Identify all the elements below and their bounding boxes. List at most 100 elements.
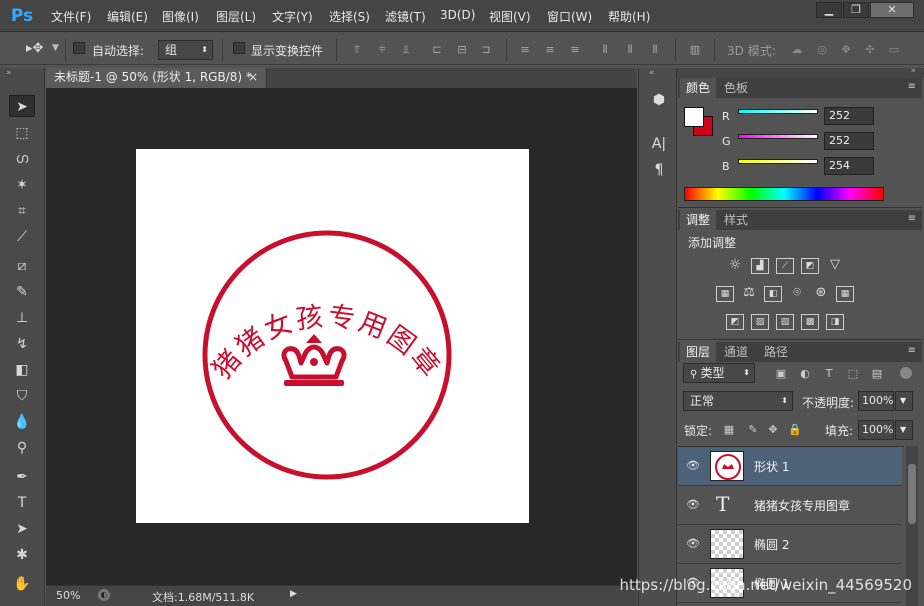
paragraph-panel-icon[interactable]: ¶: [649, 160, 669, 180]
black-white-icon[interactable]: ◧: [764, 286, 782, 302]
vibrance-icon[interactable]: ▽: [826, 258, 844, 274]
minimize-button[interactable]: ▁: [816, 2, 842, 18]
distribute-bottom-icon[interactable]: ≡: [568, 43, 582, 57]
layer-row[interactable]: 👁 形状 1: [678, 447, 902, 486]
lock-transparency-icon[interactable]: ▦: [722, 423, 736, 437]
3d-rotate-icon[interactable]: ☁: [790, 43, 804, 57]
magic-wand-tool-icon[interactable]: ✶: [9, 174, 35, 196]
align-right-icon[interactable]: ⊐: [479, 43, 493, 57]
eye-icon[interactable]: 👁: [686, 537, 700, 551]
custom-shape-tool-icon[interactable]: ✱: [9, 544, 35, 566]
channel-g-slider[interactable]: [738, 134, 818, 139]
align-left-icon[interactable]: ⊏: [430, 43, 444, 57]
scrollbar-thumb[interactable]: [908, 464, 916, 524]
zoom-level[interactable]: 50%: [56, 589, 80, 602]
menu-3d[interactable]: 3D(D): [440, 8, 475, 22]
tab-adjustments[interactable]: 调整: [680, 210, 717, 230]
path-selection-tool-icon[interactable]: ➤: [9, 518, 35, 540]
panel-menu-icon[interactable]: ≡: [908, 213, 916, 224]
channel-b-slider[interactable]: [738, 159, 818, 164]
filter-type-icon[interactable]: T: [822, 367, 836, 381]
channel-g-input[interactable]: 252: [824, 132, 874, 150]
hue-saturation-icon[interactable]: ▦: [716, 286, 734, 302]
hand-tool-icon[interactable]: ✋: [9, 573, 35, 595]
3d-panel-icon[interactable]: ⬢: [649, 90, 669, 110]
collapse-icon[interactable]: »: [6, 68, 12, 78]
blur-tool-icon[interactable]: 💧: [9, 411, 35, 433]
color-balance-icon[interactable]: ⚖: [740, 286, 758, 302]
channel-b-input[interactable]: 254: [824, 157, 874, 175]
gradient-map-icon[interactable]: ▩: [801, 314, 819, 330]
opacity-dropdown-arrow-icon[interactable]: ▼: [895, 391, 913, 411]
eraser-tool-icon[interactable]: ◧: [9, 359, 35, 381]
move-tool-preset-icon[interactable]: ▸✥: [26, 41, 43, 56]
document-canvas[interactable]: 猪猪女孩专用图章: [136, 149, 529, 523]
filter-shape-icon[interactable]: ⬚: [846, 367, 860, 381]
menu-view[interactable]: 视图(V): [489, 8, 531, 25]
photo-filter-icon[interactable]: ⌾: [788, 286, 806, 302]
type-tool-icon[interactable]: T: [9, 492, 35, 514]
foreground-color-swatch[interactable]: [684, 107, 704, 127]
posterize-icon[interactable]: ▨: [751, 314, 769, 330]
status-info-icon[interactable]: ◐: [98, 589, 110, 601]
chevron-down-icon[interactable]: ▼: [52, 43, 59, 53]
filter-adjustment-icon[interactable]: ◐: [798, 367, 812, 381]
3d-drag-icon[interactable]: ✥: [839, 43, 853, 57]
maximize-button[interactable]: ❐: [843, 2, 869, 18]
layer-filter-dropdown[interactable]: ⚲ 类型 ⬍: [683, 363, 755, 383]
status-menu-arrow-icon[interactable]: ▶: [290, 589, 297, 599]
move-tool-icon[interactable]: ➤: [9, 95, 35, 117]
filter-pixel-icon[interactable]: ▣: [774, 367, 788, 381]
fill-input[interactable]: 100%: [858, 420, 894, 440]
lock-pixels-icon[interactable]: ✎: [746, 423, 760, 437]
tab-channels[interactable]: 通道: [718, 342, 754, 362]
close-button[interactable]: ✕: [870, 2, 914, 18]
history-brush-tool-icon[interactable]: ↯: [9, 333, 35, 355]
distribute-vcenter-icon[interactable]: ≡: [543, 43, 557, 57]
layer-row[interactable]: 👁 椭圆 2: [678, 525, 902, 564]
menu-layer[interactable]: 图层(L): [216, 8, 256, 25]
selective-color-icon[interactable]: ◨: [826, 314, 844, 330]
layer-row[interactable]: 👁 T 猪猪女孩专用图章: [678, 486, 902, 525]
align-vcenter-icon[interactable]: ⫩: [375, 43, 389, 57]
eyedropper-tool-icon[interactable]: ⟋: [9, 226, 35, 248]
clone-stamp-tool-icon[interactable]: ⊥: [9, 307, 35, 329]
paint-bucket-tool-icon[interactable]: ⛉: [9, 385, 35, 407]
exposure-icon[interactable]: ◩: [801, 258, 819, 274]
filter-toggle[interactable]: [900, 367, 912, 379]
align-hcenter-icon[interactable]: ⊟: [455, 43, 469, 57]
dodge-tool-icon[interactable]: ⚲: [9, 437, 35, 459]
distribute-top-icon[interactable]: ≡: [518, 43, 532, 57]
lasso-tool-icon[interactable]: ഗ: [9, 148, 35, 170]
3d-scale-icon[interactable]: ▭: [887, 43, 901, 57]
menu-file[interactable]: 文件(F): [51, 8, 91, 25]
align-bottom-icon[interactable]: ⫫: [399, 43, 413, 57]
blend-mode-dropdown[interactable]: 正常 ⬍: [683, 391, 793, 411]
menu-type[interactable]: 文字(Y): [272, 8, 313, 25]
opacity-input[interactable]: 100%: [858, 391, 894, 411]
tab-layers[interactable]: 图层: [680, 342, 717, 362]
auto-select-dropdown[interactable]: 组 ⬍: [158, 40, 213, 60]
lock-position-icon[interactable]: ✥: [766, 423, 780, 437]
brightness-icon[interactable]: ☼: [726, 258, 744, 274]
filter-smart-object-icon[interactable]: ▤: [870, 367, 884, 381]
menu-window[interactable]: 窗口(W): [547, 8, 592, 25]
collapse-icon[interactable]: «: [649, 68, 655, 78]
auto-align-icon[interactable]: ▥: [688, 43, 702, 57]
invert-icon[interactable]: ◩: [726, 314, 744, 330]
brush-tool-icon[interactable]: ✎: [9, 281, 35, 303]
distribute-hcenter-icon[interactable]: ⦀: [623, 43, 637, 57]
tab-styles[interactable]: 样式: [718, 210, 754, 230]
tab-swatches[interactable]: 色板: [718, 78, 754, 98]
fill-dropdown-arrow-icon[interactable]: ▼: [895, 420, 913, 440]
canvas-area[interactable]: 猪猪女孩专用图章: [46, 88, 637, 585]
panel-menu-icon[interactable]: ≡: [908, 81, 916, 92]
eye-icon[interactable]: 👁: [686, 498, 700, 512]
levels-icon[interactable]: ▟: [751, 258, 769, 274]
marquee-tool-icon[interactable]: ⬚: [9, 122, 35, 144]
collapse-icon[interactable]: »: [910, 66, 916, 76]
healing-brush-tool-icon[interactable]: ⧄: [9, 255, 35, 277]
align-top-icon[interactable]: ⫪: [350, 43, 364, 57]
character-panel-icon[interactable]: A|: [649, 134, 669, 154]
3d-slide-icon[interactable]: ✣: [863, 43, 877, 57]
